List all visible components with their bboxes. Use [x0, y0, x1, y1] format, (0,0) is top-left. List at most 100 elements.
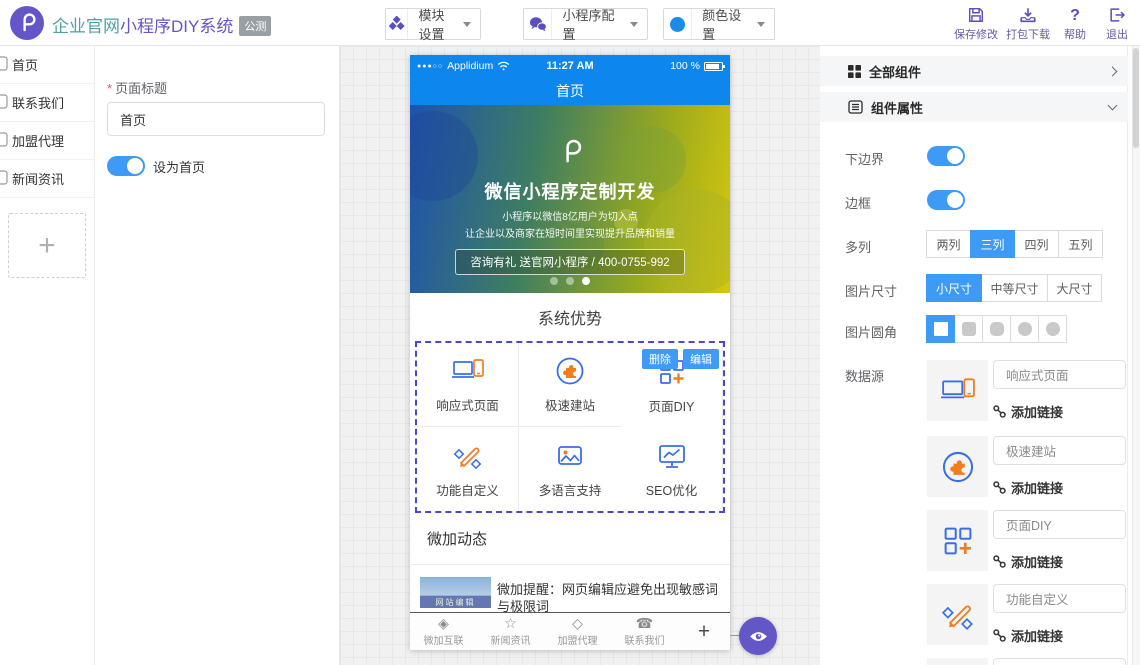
corner-option-3[interactable]	[1010, 315, 1039, 343]
add-link-button[interactable]: 添加链接	[993, 552, 1126, 571]
component-properties-label: 组件属性	[871, 98, 923, 117]
advantages-grid-selected[interactable]: 删除 编辑 响应式页面 极速建站 页面DIY 功能自定义	[415, 341, 725, 513]
add-link-button[interactable]: 添加链接	[993, 402, 1126, 421]
miniapp-config-menu[interactable]: 小程序配置	[523, 8, 648, 40]
datasource-item: 添加链接	[927, 510, 1122, 571]
datasource-title-input[interactable]	[993, 360, 1126, 389]
columns-option-5[interactable]: 五列	[1058, 230, 1103, 258]
sidebar-item-news[interactable]: 新闻资讯	[0, 160, 94, 198]
all-components-header[interactable]: 全部组件	[820, 56, 1128, 86]
datasource-title-input[interactable]	[993, 436, 1126, 465]
save-label: 保存修改	[954, 26, 998, 42]
chevron-down-icon	[463, 22, 471, 27]
cubes-icon	[386, 9, 408, 39]
preview-eye-button[interactable]	[739, 617, 777, 655]
advantage-label: 响应式页面	[436, 395, 499, 414]
tabbar-add-button[interactable]: +	[678, 620, 730, 644]
carousel-dot[interactable]	[566, 277, 574, 285]
set-home-toggle[interactable]	[107, 156, 145, 176]
advantage-item[interactable]: 多语言支持	[519, 427, 621, 511]
columns-label: 多列	[845, 237, 871, 256]
corner-option-0-selected[interactable]	[926, 315, 955, 343]
inspector-scrollbar[interactable]	[1132, 46, 1140, 665]
exit-label: 退出	[1106, 26, 1128, 42]
app-root: 企业官网小程序DIY系统公测 模块设置 小程序配置 颜色设置	[0, 0, 1140, 665]
exit-button[interactable]: 退出	[1096, 5, 1138, 42]
sidebar-item-label: 加盟代理	[12, 131, 64, 150]
component-properties-header[interactable]: 组件属性	[820, 92, 1128, 122]
sidebar-item-home[interactable]: 首页	[0, 46, 94, 84]
help-button[interactable]: ? 帮助	[1054, 5, 1096, 42]
link-icon	[993, 629, 1006, 642]
sidebar-item-label: 联系我们	[12, 93, 64, 112]
page-title-input[interactable]	[107, 102, 325, 136]
color-settings-menu[interactable]: 颜色设置	[663, 8, 775, 40]
image-size-large[interactable]: 大尺寸	[1047, 274, 1102, 302]
image-size-medium[interactable]: 中等尺寸	[981, 274, 1048, 302]
photo-icon	[554, 440, 586, 472]
logo-p-icon	[16, 12, 38, 34]
tab-agent[interactable]: ◇ 加盟代理	[544, 616, 611, 647]
edit-component-button[interactable]: 编辑	[683, 349, 719, 369]
border-toggle[interactable]	[927, 190, 965, 210]
page-doc-icon	[0, 94, 8, 112]
save-button[interactable]: 保存修改	[950, 5, 1002, 42]
image-size-label: 图片尺寸	[845, 281, 897, 300]
columns-option-4[interactable]: 四列	[1014, 230, 1059, 258]
columns-option-3-selected[interactable]: 三列	[970, 230, 1015, 258]
datasource-iconbox	[927, 658, 988, 665]
datasource-title-input[interactable]	[993, 510, 1126, 539]
carousel-dot-active[interactable]	[582, 277, 590, 285]
advantage-label: SEO优化	[646, 480, 697, 499]
add-page-button[interactable]: +	[8, 213, 86, 278]
tab-weijia[interactable]: ◈ 微加互联	[410, 616, 477, 647]
news-article-title: 微加提醒：网页编辑应避免出现敏感词 与极限词	[497, 581, 722, 615]
sidebar-item-label: 新闻资讯	[12, 169, 64, 188]
color-settings-label: 颜色设置	[692, 5, 757, 43]
columns-option-2[interactable]: 两列	[926, 230, 971, 258]
banner-logo-icon	[410, 138, 730, 170]
delete-component-button[interactable]: 删除	[642, 349, 678, 369]
battery-percent: 100 %	[670, 60, 700, 72]
bottom-border-label: 下边界	[845, 149, 884, 168]
download-button[interactable]: 打包下载	[1002, 5, 1054, 42]
phone-statusbar: ●●●○○ Applidium 11:27 AM 100 %	[410, 55, 730, 77]
download-label: 打包下载	[1006, 26, 1050, 42]
advantage-item[interactable]: 响应式页面	[417, 343, 519, 427]
advantage-label: 功能自定义	[436, 480, 499, 499]
app-title-primary: 企业官网	[52, 17, 120, 36]
datasource-title-input[interactable]	[993, 658, 1126, 665]
tab-label: 联系我们	[625, 632, 665, 647]
all-components-label: 全部组件	[869, 62, 921, 81]
banner-cta-button[interactable]: 咨询有礼 送官网小程序 / 400-0755-992	[455, 249, 684, 275]
page-doc-icon	[0, 170, 8, 188]
scrollbar-thumb[interactable]	[1133, 48, 1139, 148]
bottom-border-toggle[interactable]	[927, 146, 965, 166]
sidebar-item-agent[interactable]: 加盟代理	[0, 122, 94, 160]
tab-news[interactable]: ☆ 新闻资讯	[477, 616, 544, 647]
tags-icon: ◈	[438, 616, 449, 631]
help-label: 帮助	[1064, 26, 1086, 42]
add-link-button[interactable]: 添加链接	[993, 626, 1126, 645]
brand-logo	[10, 6, 44, 40]
corner-option-4[interactable]	[1038, 315, 1067, 343]
corner-option-2[interactable]	[982, 315, 1011, 343]
news-section-title: 微加动态	[427, 528, 487, 549]
app-title: 企业官网小程序DIY系统公测	[52, 12, 271, 37]
corner-option-1[interactable]	[954, 315, 983, 343]
carousel-dot[interactable]	[550, 277, 558, 285]
tab-contact[interactable]: ☎ 联系我们	[611, 616, 678, 647]
image-size-small-selected[interactable]: 小尺寸	[926, 274, 982, 302]
sidebar-item-contact[interactable]: 联系我们	[0, 84, 94, 122]
advantage-item[interactable]: 功能自定义	[417, 427, 519, 511]
advantage-item[interactable]: SEO优化	[621, 427, 723, 511]
page-settings-panel: *页面标题 设为首页	[95, 46, 340, 665]
advantage-item[interactable]: 极速建站	[519, 343, 621, 427]
datasource-title-input[interactable]	[993, 584, 1126, 613]
plus-icon: +	[38, 229, 56, 263]
exit-icon	[1108, 5, 1126, 24]
add-link-button[interactable]: 添加链接	[993, 478, 1126, 497]
required-mark: *	[107, 81, 112, 96]
hero-banner[interactable]: 微信小程序定制开发 小程序以微信8亿用户为切入点 让企业以及商家在短时间里实现提…	[410, 105, 730, 293]
module-settings-menu[interactable]: 模块设置	[385, 8, 481, 40]
